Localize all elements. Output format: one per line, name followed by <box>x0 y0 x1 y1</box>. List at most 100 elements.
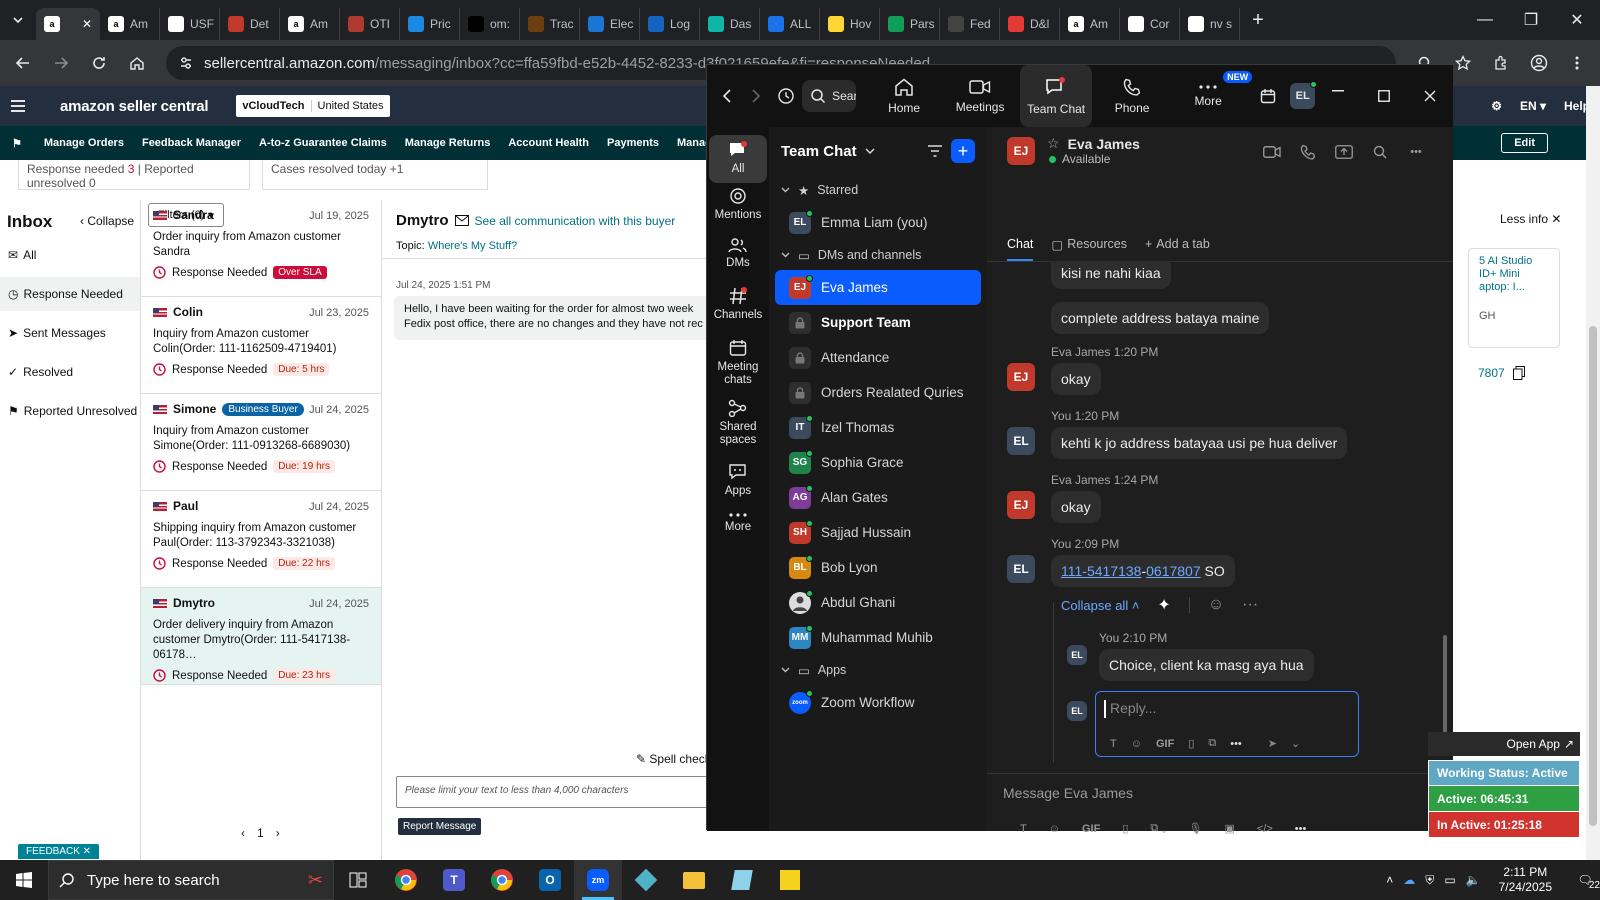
product-card[interactable]: 5 AI Studio ID+ Mini aptop: I... GH <box>1468 248 1560 348</box>
chat-list-item[interactable]: AG Alan Gates <box>769 480 987 515</box>
reply-textarea[interactable]: Please limit your text to less than 4,00… <box>396 776 712 808</box>
browser-tab[interactable]: OTI <box>340 8 400 40</box>
zoom-back-icon[interactable] <box>713 89 741 103</box>
open-app-button[interactable]: Open App ↗ <box>1428 732 1580 756</box>
calendar-icon[interactable] <box>1252 88 1284 104</box>
group-header[interactable]: ★ Starred <box>769 175 987 205</box>
clock[interactable]: 2:11 PM 7/24/2025 <box>1499 865 1552 895</box>
browser-tab[interactable]: Fed <box>940 8 1000 40</box>
nav-link[interactable]: Manage Orders <box>44 137 124 149</box>
taskbar-search[interactable]: Type here to search ✂ <box>48 860 334 900</box>
sticky-notes-icon[interactable] <box>766 860 814 900</box>
onedrive-icon[interactable]: ☁ <box>1403 873 1415 887</box>
group-header[interactable]: ▭ DMs and channels <box>769 240 987 270</box>
profile-icon[interactable] <box>1522 46 1556 80</box>
browser-tab[interactable]: ALL <box>760 8 820 40</box>
language-select[interactable]: EN ▾ <box>1520 99 1546 113</box>
zoom-minimize-icon[interactable] <box>1315 90 1361 102</box>
chat-list-item[interactable]: EJ Eva James <box>775 270 981 305</box>
browser-tab[interactable]: a Am <box>1060 8 1120 40</box>
zoom-nav-phone[interactable]: Phone <box>1096 65 1168 127</box>
spell-check-button[interactable]: ✎ Spell check <box>636 752 711 766</box>
nav-link[interactable]: Feedback Manager <box>142 137 241 149</box>
chat-list-item[interactable]: Support Team <box>769 305 987 340</box>
compose-emoji-icon[interactable]: ☺ <box>1049 823 1060 835</box>
chat-list-item[interactable]: zoom Zoom Workflow <box>769 685 987 720</box>
collapse-all-button[interactable]: Collapse all ˄ <box>1061 598 1139 613</box>
tab-search-icon[interactable] <box>0 0 36 40</box>
screenshot-icon[interactable]: ⧉ <box>1208 737 1216 750</box>
message-list-item[interactable]: Colin Jul 23, 2025 Inquiry from Amazon cus… <box>141 297 381 394</box>
browser-tab[interactable]: D&l <box>1000 8 1060 40</box>
chat-list-item[interactable]: EL Emma Liam (you) <box>769 205 987 240</box>
message-list-item[interactable]: Simone Business Buyer Jul 24, 2025 Inquiry … <box>141 394 381 491</box>
rail-more[interactable]: More <box>707 513 769 534</box>
chat-list-item[interactable]: BL Bob Lyon <box>769 550 987 585</box>
browser-menu-icon[interactable] <box>1560 46 1594 80</box>
reply-input[interactable]: Reply... <box>1104 700 1358 718</box>
browser-tab[interactable]: Trac <box>520 8 580 40</box>
browser-tab[interactable]: Pars <box>880 8 940 40</box>
feedback-tab[interactable]: FEEDBACK ✕ <box>18 844 100 859</box>
compose-file-icon[interactable]: ▯ <box>1122 822 1128 835</box>
amazon-logo[interactable]: amazon seller central <box>60 98 209 115</box>
reload-icon[interactable] <box>82 46 116 80</box>
compose-format-icon[interactable]: T <box>1020 823 1027 835</box>
thread-reply-box[interactable]: Reply... T ☺ GIF ▯ ⧉ ••• ➤ ⌄ <box>1095 691 1359 757</box>
compose-more-icon[interactable]: ••• <box>1295 823 1307 835</box>
start-button[interactable] <box>0 860 48 900</box>
page-scrollbar[interactable] <box>1586 86 1600 860</box>
contact-name[interactable]: Eva James <box>1068 136 1140 152</box>
chat-list-item[interactable]: Attendance <box>769 340 987 375</box>
rail-all[interactable]: All <box>709 135 767 183</box>
compose-mic-icon[interactable]: 🎙 <box>1188 822 1202 835</box>
new-tab-button[interactable]: + <box>1240 0 1276 40</box>
file-icon[interactable]: ▯ <box>1188 737 1194 750</box>
my-avatar[interactable]: EL <box>1290 81 1317 109</box>
message-list-item[interactable]: Dmytro Jul 24, 2025 Order delivery inquiry… <box>141 588 381 685</box>
browser-tab[interactable]: om: <box>460 8 520 40</box>
zoom-nav-team-chat[interactable]: Team Chat <box>1020 65 1093 127</box>
emoji-icon[interactable]: ☺ <box>1131 738 1142 750</box>
browser-tab[interactable]: Hov <box>820 8 880 40</box>
close-tab-icon[interactable]: ✕ <box>82 17 92 31</box>
inbox-filter-sent-messages[interactable]: ➤ Sent Messages <box>0 316 140 350</box>
chat-list-item[interactable]: SG Sophia Grace <box>769 445 987 480</box>
inbox-filter-all[interactable]: ✉ All <box>0 238 140 272</box>
phone-call-icon[interactable] <box>1297 141 1319 163</box>
notepad-icon[interactable] <box>718 860 766 900</box>
file-explorer-icon[interactable] <box>670 860 718 900</box>
chevron-down-icon[interactable] <box>865 148 875 154</box>
tab-resources[interactable]: ▢ Resources <box>1051 237 1127 261</box>
nav-link[interactable]: Payments <box>607 137 659 149</box>
zoom-nav-home[interactable]: Home <box>868 65 940 127</box>
hamburger-menu-icon[interactable] <box>10 99 32 113</box>
rail-mentions[interactable]: Mentions <box>707 187 769 222</box>
message-list-item[interactable]: Paul Jul 24, 2025 Shipping inquiry from Am… <box>141 491 381 588</box>
extensions-icon[interactable] <box>1484 46 1518 80</box>
chat-search-icon[interactable] <box>1369 141 1391 163</box>
chat-list-item[interactable]: Orders Realated Quries <box>769 375 987 410</box>
browser-tab[interactable]: a Am <box>280 8 340 40</box>
chat-list-item[interactable]: IT Izel Thomas <box>769 410 987 445</box>
tab-chat[interactable]: Chat <box>1007 237 1034 261</box>
rail-dms[interactable]: DMs <box>707 237 769 270</box>
report-message-button[interactable]: Report Message <box>398 818 482 835</box>
nav-link[interactable]: Manage Returns <box>405 137 491 149</box>
browser-tab[interactable]: a Am <box>100 8 160 40</box>
contact-avatar[interactable]: EJ <box>1007 136 1035 165</box>
history-icon[interactable] <box>770 87 802 105</box>
copy-icon[interactable] <box>1512 366 1525 380</box>
inbox-filter-reported-unresolved[interactable]: ⚑ Reported Unresolved <box>0 394 140 428</box>
team-chat-title[interactable]: Team Chat <box>781 143 857 160</box>
see-all-link[interactable]: See all communication with this buyer <box>475 214 676 228</box>
ai-sparkle-icon[interactable]: ✦ <box>1157 595 1170 615</box>
bookmark-icon[interactable]: ⚑ <box>12 137 22 150</box>
zoom-forward-icon[interactable] <box>741 89 769 103</box>
outlook-icon[interactable]: O <box>526 860 574 900</box>
defender-icon[interactable]: ⛨ <box>1425 873 1434 888</box>
volume-icon[interactable]: 🔈 <box>1466 873 1481 887</box>
minimize-icon[interactable]: — <box>1462 0 1508 40</box>
rail-shared-spaces[interactable]: Shared spaces <box>707 399 769 447</box>
rail-channels[interactable]: Channels <box>707 287 769 322</box>
